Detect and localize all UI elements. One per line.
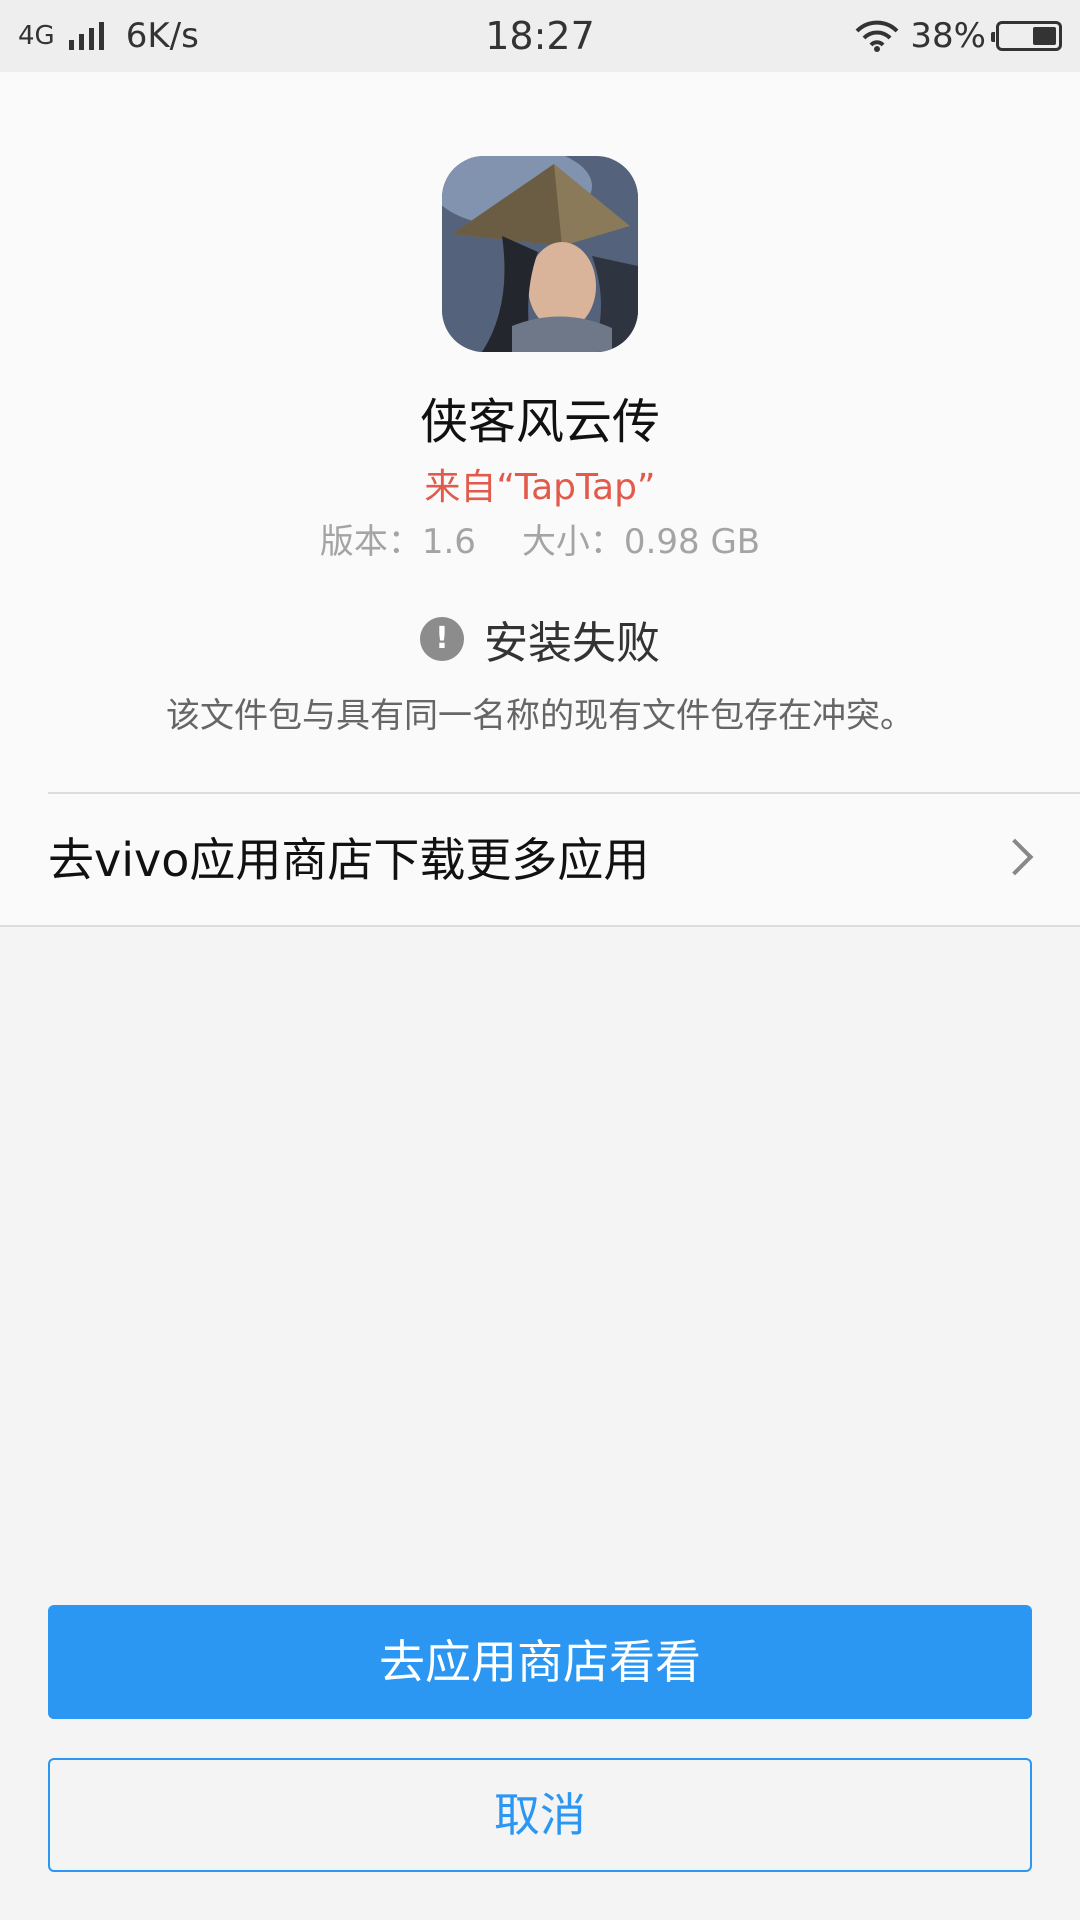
game-app-icon <box>442 156 638 352</box>
app-version: 版本：1.6 <box>319 522 476 562</box>
chevron-right-icon <box>996 838 1034 876</box>
vivo-store-link-label: 去vivo应用商店下载更多应用 <box>48 833 650 887</box>
app-size: 大小：0.98 GB <box>521 522 761 562</box>
app-name: 侠客风云传 <box>419 394 660 450</box>
cancel-button[interactable]: 取消 <box>48 1758 1032 1872</box>
status-bar: 4G 6K/s 18:27 38% <box>0 0 1080 72</box>
battery-percent: 38% <box>910 16 986 56</box>
install-status: ! 安装失败 <box>0 607 1080 671</box>
vivo-store-link[interactable]: 去vivo应用商店下载更多应用 <box>0 794 1080 926</box>
go-to-app-store-button[interactable]: 去应用商店看看 <box>48 1605 1032 1719</box>
alert-icon: ! <box>420 617 464 661</box>
install-status-title: 安装失败 <box>484 618 660 669</box>
app-source: 来自“TapTap” <box>424 467 656 508</box>
status-right: 38% <box>854 0 1062 72</box>
install-result-panel: 侠客风云传 来自“TapTap” 版本：1.6 大小：0.98 GB ! 安装失… <box>0 72 1080 927</box>
app-meta: 版本：1.6 大小：0.98 GB <box>0 514 1080 563</box>
install-error-message: 该文件包与具有同一名称的现有文件包存在冲突。 <box>166 696 914 736</box>
battery-icon <box>991 21 1062 51</box>
wifi-icon <box>855 20 899 52</box>
